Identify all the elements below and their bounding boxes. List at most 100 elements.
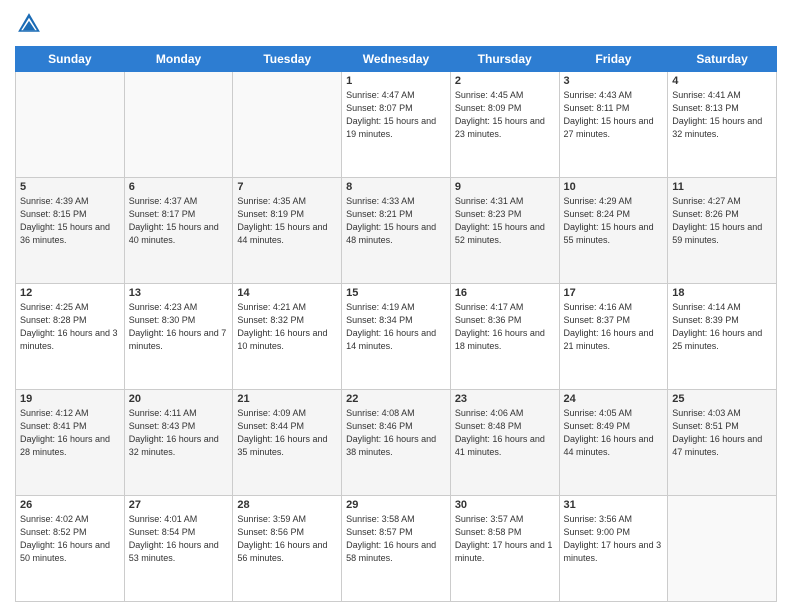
day-info: Sunrise: 4:33 AM Sunset: 8:21 PM Dayligh… <box>346 195 446 247</box>
day-number: 6 <box>129 181 229 193</box>
calendar-cell: 9 Sunrise: 4:31 AM Sunset: 8:23 PM Daylig… <box>450 178 559 284</box>
day-info: Sunrise: 4:17 AM Sunset: 8:36 PM Dayligh… <box>455 301 555 353</box>
weekday-header-row: SundayMondayTuesdayWednesdayThursdayFrid… <box>16 47 777 72</box>
calendar-cell: 4 Sunrise: 4:41 AM Sunset: 8:13 PM Daylig… <box>668 72 777 178</box>
day-number: 9 <box>455 181 555 193</box>
calendar-cell: 23Sunrise: 4:06 AM Sunset: 8:48 PM Dayli… <box>450 390 559 496</box>
day-info: Sunrise: 4:01 AM Sunset: 8:54 PM Dayligh… <box>129 513 229 565</box>
weekday-header-friday: Friday <box>559 47 668 72</box>
day-info: Sunrise: 4:05 AM Sunset: 8:49 PM Dayligh… <box>564 407 664 459</box>
day-info: Sunrise: 4:23 AM Sunset: 8:30 PM Dayligh… <box>129 301 229 353</box>
day-number: 7 <box>237 181 337 193</box>
day-number: 27 <box>129 499 229 511</box>
calendar-cell: 15 Sunrise: 4:19 AM Sunset: 8:34 PM Dayli… <box>342 284 451 390</box>
day-info: Sunrise: 3:59 AM Sunset: 8:56 PM Dayligh… <box>237 513 337 565</box>
day-number: 16 <box>455 287 555 299</box>
day-number: 30 <box>455 499 555 511</box>
day-info: Sunrise: 4:19 AM Sunset: 8:34 PM Dayligh… <box>346 301 446 353</box>
calendar-cell <box>668 496 777 602</box>
day-number: 4 <box>672 75 772 87</box>
weekday-header-saturday: Saturday <box>668 47 777 72</box>
day-info: Sunrise: 4:35 AM Sunset: 8:19 PM Dayligh… <box>237 195 337 247</box>
calendar-cell: 17 Sunrise: 4:16 AM Sunset: 8:37 PM Dayli… <box>559 284 668 390</box>
day-number: 2 <box>455 75 555 87</box>
calendar-cell: 8 Sunrise: 4:33 AM Sunset: 8:21 PM Daylig… <box>342 178 451 284</box>
day-number: 29 <box>346 499 446 511</box>
header <box>15 10 777 38</box>
day-info: Sunrise: 4:37 AM Sunset: 8:17 PM Dayligh… <box>129 195 229 247</box>
calendar-cell: 16 Sunrise: 4:17 AM Sunset: 8:36 PM Dayli… <box>450 284 559 390</box>
day-number: 1 <box>346 75 446 87</box>
calendar-page: SundayMondayTuesdayWednesdayThursdayFrid… <box>0 0 792 612</box>
day-number: 22 <box>346 393 446 405</box>
day-info: Sunrise: 4:41 AM Sunset: 8:13 PM Dayligh… <box>672 89 772 141</box>
day-info: Sunrise: 4:02 AM Sunset: 8:52 PM Dayligh… <box>20 513 120 565</box>
day-number: 20 <box>129 393 229 405</box>
day-number: 14 <box>237 287 337 299</box>
calendar-cell: 12 Sunrise: 4:25 AM Sunset: 8:28 PM Dayli… <box>16 284 125 390</box>
calendar-cell: 6 Sunrise: 4:37 AM Sunset: 8:17 PM Daylig… <box>124 178 233 284</box>
weekday-header-tuesday: Tuesday <box>233 47 342 72</box>
day-info: Sunrise: 4:03 AM Sunset: 8:51 PM Dayligh… <box>672 407 772 459</box>
calendar-cell: 27 Sunrise: 4:01 AM Sunset: 8:54 PM Dayli… <box>124 496 233 602</box>
day-number: 28 <box>237 499 337 511</box>
day-info: Sunrise: 4:31 AM Sunset: 8:23 PM Dayligh… <box>455 195 555 247</box>
day-number: 17 <box>564 287 664 299</box>
calendar-cell: 2 Sunrise: 4:45 AM Sunset: 8:09 PM Daylig… <box>450 72 559 178</box>
day-number: 12 <box>20 287 120 299</box>
day-number: 19 <box>20 393 120 405</box>
calendar-week-1: 1 Sunrise: 4:47 AM Sunset: 8:07 PM Daylig… <box>16 72 777 178</box>
weekday-header-wednesday: Wednesday <box>342 47 451 72</box>
day-info: Sunrise: 4:47 AM Sunset: 8:07 PM Dayligh… <box>346 89 446 141</box>
day-info: Sunrise: 4:12 AM Sunset: 8:41 PM Dayligh… <box>20 407 120 459</box>
calendar-cell: 11 Sunrise: 4:27 AM Sunset: 8:26 PM Dayli… <box>668 178 777 284</box>
calendar-cell: 25 Sunrise: 4:03 AM Sunset: 8:51 PM Dayli… <box>668 390 777 496</box>
day-number: 11 <box>672 181 772 193</box>
calendar-cell: 29 Sunrise: 3:58 AM Sunset: 8:57 PM Dayli… <box>342 496 451 602</box>
calendar-cell: 24 Sunrise: 4:05 AM Sunset: 8:49 PM Dayli… <box>559 390 668 496</box>
day-number: 8 <box>346 181 446 193</box>
calendar-week-3: 12 Sunrise: 4:25 AM Sunset: 8:28 PM Dayli… <box>16 284 777 390</box>
calendar-cell: 31 Sunrise: 3:56 AM Sunset: 9:00 PM Dayli… <box>559 496 668 602</box>
calendar-cell: 26 Sunrise: 4:02 AM Sunset: 8:52 PM Dayli… <box>16 496 125 602</box>
day-info: Sunrise: 4:43 AM Sunset: 8:11 PM Dayligh… <box>564 89 664 141</box>
calendar-cell: 19 Sunrise: 4:12 AM Sunset: 8:41 PM Dayli… <box>16 390 125 496</box>
calendar-cell <box>124 72 233 178</box>
day-info: Sunrise: 4:45 AM Sunset: 8:09 PM Dayligh… <box>455 89 555 141</box>
day-info: Sunrise: 4:39 AM Sunset: 8:15 PM Dayligh… <box>20 195 120 247</box>
day-info: Sunrise: 3:57 AM Sunset: 8:58 PM Dayligh… <box>455 513 555 565</box>
day-number: 10 <box>564 181 664 193</box>
day-info: Sunrise: 4:11 AM Sunset: 8:43 PM Dayligh… <box>129 407 229 459</box>
day-info: Sunrise: 3:56 AM Sunset: 9:00 PM Dayligh… <box>564 513 664 565</box>
day-info: Sunrise: 4:29 AM Sunset: 8:24 PM Dayligh… <box>564 195 664 247</box>
day-number: 21 <box>237 393 337 405</box>
calendar-cell <box>16 72 125 178</box>
day-number: 23 <box>455 393 555 405</box>
calendar-cell: 13Sunrise: 4:23 AM Sunset: 8:30 PM Dayli… <box>124 284 233 390</box>
calendar-cell: 10 Sunrise: 4:29 AM Sunset: 8:24 PM Dayli… <box>559 178 668 284</box>
day-info: Sunrise: 4:25 AM Sunset: 8:28 PM Dayligh… <box>20 301 120 353</box>
weekday-header-monday: Monday <box>124 47 233 72</box>
day-number: 24 <box>564 393 664 405</box>
calendar-cell: 7 Sunrise: 4:35 AM Sunset: 8:19 PM Daylig… <box>233 178 342 284</box>
day-info: Sunrise: 4:09 AM Sunset: 8:44 PM Dayligh… <box>237 407 337 459</box>
calendar-week-5: 26 Sunrise: 4:02 AM Sunset: 8:52 PM Dayli… <box>16 496 777 602</box>
day-number: 25 <box>672 393 772 405</box>
day-info: Sunrise: 3:58 AM Sunset: 8:57 PM Dayligh… <box>346 513 446 565</box>
calendar-cell: 30 Sunrise: 3:57 AM Sunset: 8:58 PM Dayli… <box>450 496 559 602</box>
day-info: Sunrise: 4:27 AM Sunset: 8:26 PM Dayligh… <box>672 195 772 247</box>
day-number: 15 <box>346 287 446 299</box>
day-number: 31 <box>564 499 664 511</box>
calendar-cell: 22Sunrise: 4:08 AM Sunset: 8:46 PM Dayli… <box>342 390 451 496</box>
calendar-cell: 14Sunrise: 4:21 AM Sunset: 8:32 PM Dayli… <box>233 284 342 390</box>
day-number: 3 <box>564 75 664 87</box>
calendar-cell: 18 Sunrise: 4:14 AM Sunset: 8:39 PM Dayli… <box>668 284 777 390</box>
calendar-cell: 20 Sunrise: 4:11 AM Sunset: 8:43 PM Dayli… <box>124 390 233 496</box>
logo <box>15 10 47 38</box>
day-info: Sunrise: 4:14 AM Sunset: 8:39 PM Dayligh… <box>672 301 772 353</box>
day-number: 18 <box>672 287 772 299</box>
calendar-cell: 21 Sunrise: 4:09 AM Sunset: 8:44 PM Dayli… <box>233 390 342 496</box>
calendar-cell: 1 Sunrise: 4:47 AM Sunset: 8:07 PM Daylig… <box>342 72 451 178</box>
day-info: Sunrise: 4:16 AM Sunset: 8:37 PM Dayligh… <box>564 301 664 353</box>
day-number: 26 <box>20 499 120 511</box>
